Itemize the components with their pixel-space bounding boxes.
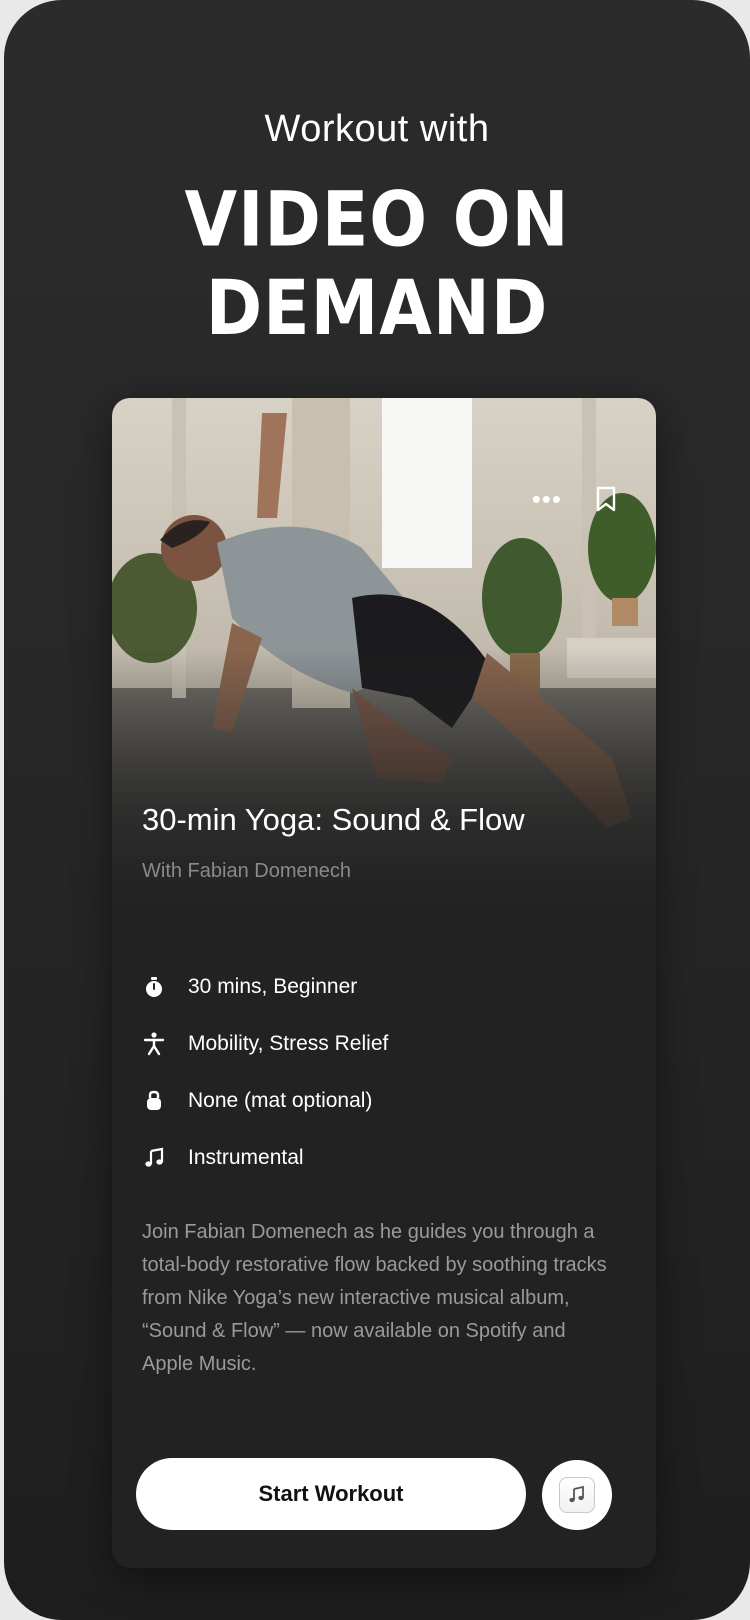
detail-text: Instrumental (188, 1145, 304, 1169)
music-tile (559, 1477, 595, 1513)
workout-title: 30-min Yoga: Sound & Flow (142, 802, 525, 837)
workout-card[interactable]: ••• 30-min Yoga: Sound & Flow With Fabia… (112, 398, 656, 1568)
headline-subtitle: Workout with (264, 108, 490, 150)
stopwatch-icon (142, 975, 166, 999)
kettlebell-icon (142, 1089, 166, 1113)
detail-duration: 30 mins, Beginner (142, 958, 388, 1015)
workout-description: Join Fabian Domenech as he guides you th… (142, 1221, 607, 1375)
app-screen: Workout with VIDEO ON DEMAND ••• 30-min … (4, 0, 750, 1620)
music-note-icon (569, 1485, 584, 1503)
apple-music-button[interactable] (542, 1460, 612, 1530)
detail-text: 30 mins, Beginner (188, 974, 358, 998)
start-workout-button[interactable]: Start Workout (136, 1458, 526, 1530)
hero-actions: ••• (532, 486, 616, 512)
bookmark-icon[interactable] (596, 486, 616, 512)
person-icon (142, 1031, 166, 1056)
detail-equipment: None (mat optional) (142, 1072, 388, 1129)
more-options-icon[interactable]: ••• (532, 486, 562, 512)
instructor-name: With Fabian Domenech (142, 860, 351, 882)
headline-title: VIDEO ON DEMAND (184, 176, 570, 353)
workout-details: 30 mins, Beginner Mobility, Stress Relie… (142, 958, 388, 1186)
detail-music: Instrumental (142, 1129, 388, 1186)
detail-focus: Mobility, Stress Relief (142, 1015, 388, 1072)
detail-text: Mobility, Stress Relief (188, 1031, 389, 1055)
detail-text: None (mat optional) (188, 1088, 373, 1112)
music-note-icon (142, 1146, 166, 1170)
